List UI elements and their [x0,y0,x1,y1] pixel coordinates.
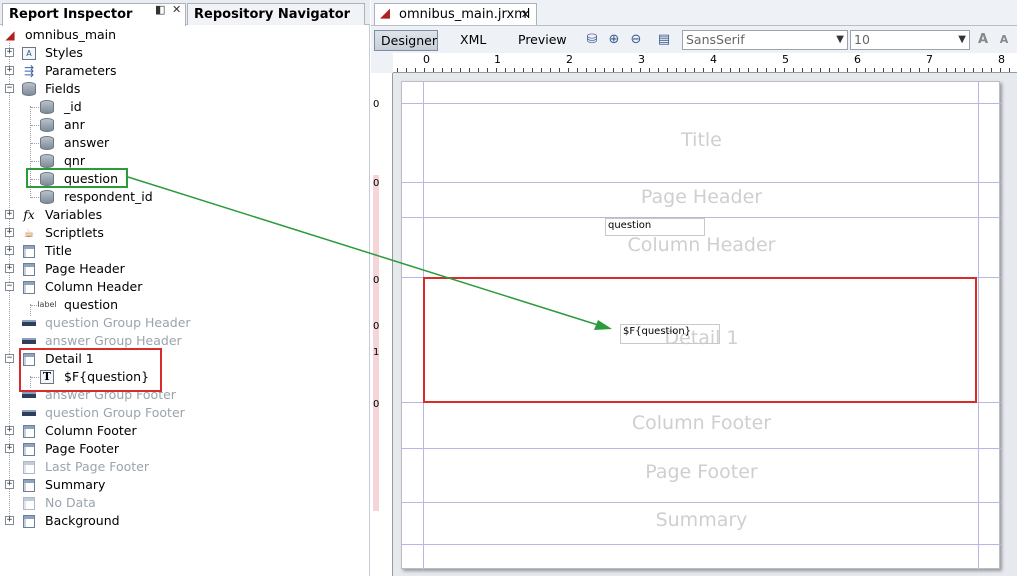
annotation-red-box [19,348,162,392]
increase-font-icon[interactable]: A [974,31,992,49]
band-icon [21,243,37,259]
report-icon: ◢ [5,28,15,42]
band-icon [21,513,37,529]
preview-mode-button[interactable]: Preview [512,30,573,51]
expand-icon[interactable]: + [5,516,14,525]
left-tab-bar: Report Inspector ◧ ✕ Repository Navigato… [0,0,370,26]
fields-icon [21,81,37,97]
group-band-icon [21,315,37,331]
collapse-icon[interactable]: − [5,84,14,93]
zoom-in-icon[interactable]: ⊕ [605,31,623,49]
expand-icon[interactable]: + [5,210,14,219]
expand-icon[interactable]: + [5,246,14,255]
expand-icon[interactable]: + [5,264,14,273]
field-icon [39,189,55,205]
annotation-red-box [423,277,977,403]
vertical-ruler: 0 0 0 0 1 0 [371,73,393,576]
document-tab[interactable]: ◢ omnibus_main.jrxml ✕ [374,3,537,25]
font-size-select[interactable]: 10 ▼ [850,30,970,50]
annotation-green-box [26,168,128,188]
chevron-down-icon: ▼ [958,34,966,45]
band-icon [21,495,37,511]
decrease-font-icon[interactable]: A [995,31,1013,49]
static-text-question[interactable]: question [605,218,705,236]
band-label-title: Title [681,129,722,151]
zoom-out-icon[interactable]: ⊖ [627,31,645,49]
chevron-down-icon: ▼ [836,34,844,45]
band-icon [21,459,37,475]
band-label-page-header: Page Header [640,186,763,208]
expand-icon[interactable]: + [5,426,14,435]
band-label-column-header: Column Header [627,234,776,256]
expand-icon[interactable]: + [5,480,14,489]
band-icon [21,279,37,295]
group-band-icon [21,405,37,421]
band-icon [21,477,37,493]
report-properties-icon[interactable]: ▤ [655,31,673,49]
report-icon: ◢ [380,6,390,21]
expand-icon[interactable]: + [5,66,14,75]
band-icon [21,423,37,439]
report-inspector-panel: Report Inspector ◧ ✕ Repository Navigato… [0,0,370,576]
database-icon[interactable]: ⛁ [583,31,601,49]
expand-icon[interactable]: + [5,48,14,57]
report-tree: ◢ omnibus_main + A Styles + ⇶ Parameters… [0,25,370,576]
tab-repository-navigator[interactable]: Repository Navigator [187,3,365,25]
field-icon [39,135,55,151]
field-icon [39,99,55,115]
scriptlets-icon: ☕ [23,226,35,240]
close-icon[interactable]: ✕ [521,8,530,21]
band-icon [21,441,37,457]
tab-label: Repository Navigator [194,7,351,22]
designer-toolbar: Designer XML Preview ⛁ ⊕ ⊖ ▤ SansSerif ▼… [371,27,1017,53]
field-icon [39,153,55,169]
field-icon [39,117,55,133]
horizontal-ruler: 0 1 2 3 4 5 6 7 8 [393,53,1017,73]
report-page[interactable]: Title Page Header Column Header Detail 1… [401,81,1001,570]
band-label-page-footer: Page Footer [645,461,758,483]
tab-label: Report Inspector [9,7,133,22]
document-tab-label: omnibus_main.jrxml [399,7,531,22]
parameters-icon: ⇶ [23,64,35,78]
styles-icon: A [21,45,37,61]
design-canvas[interactable]: Title Page Header Column Header Detail 1… [393,73,1017,576]
report-designer-panel: ◢ omnibus_main.jrxml ✕ Designer XML Prev… [371,0,1017,576]
variables-icon: fx [23,208,35,222]
expand-icon[interactable]: + [5,228,14,237]
band-icon [21,261,37,277]
band-label-summary: Summary [655,509,748,531]
minimize-icon[interactable]: ◧ [155,3,165,16]
font-family-select[interactable]: SansSerif ▼ [682,30,848,50]
band-label-column-footer: Column Footer [631,412,772,434]
collapse-icon[interactable]: − [5,354,14,363]
expand-icon[interactable]: + [5,444,14,453]
designer-mode-button[interactable]: Designer [374,30,438,51]
label-icon: label [37,300,57,309]
collapse-icon[interactable]: − [5,282,14,291]
close-icon[interactable]: ✕ [172,3,181,16]
xml-mode-button[interactable]: XML [454,30,492,51]
group-band-icon [21,333,37,349]
